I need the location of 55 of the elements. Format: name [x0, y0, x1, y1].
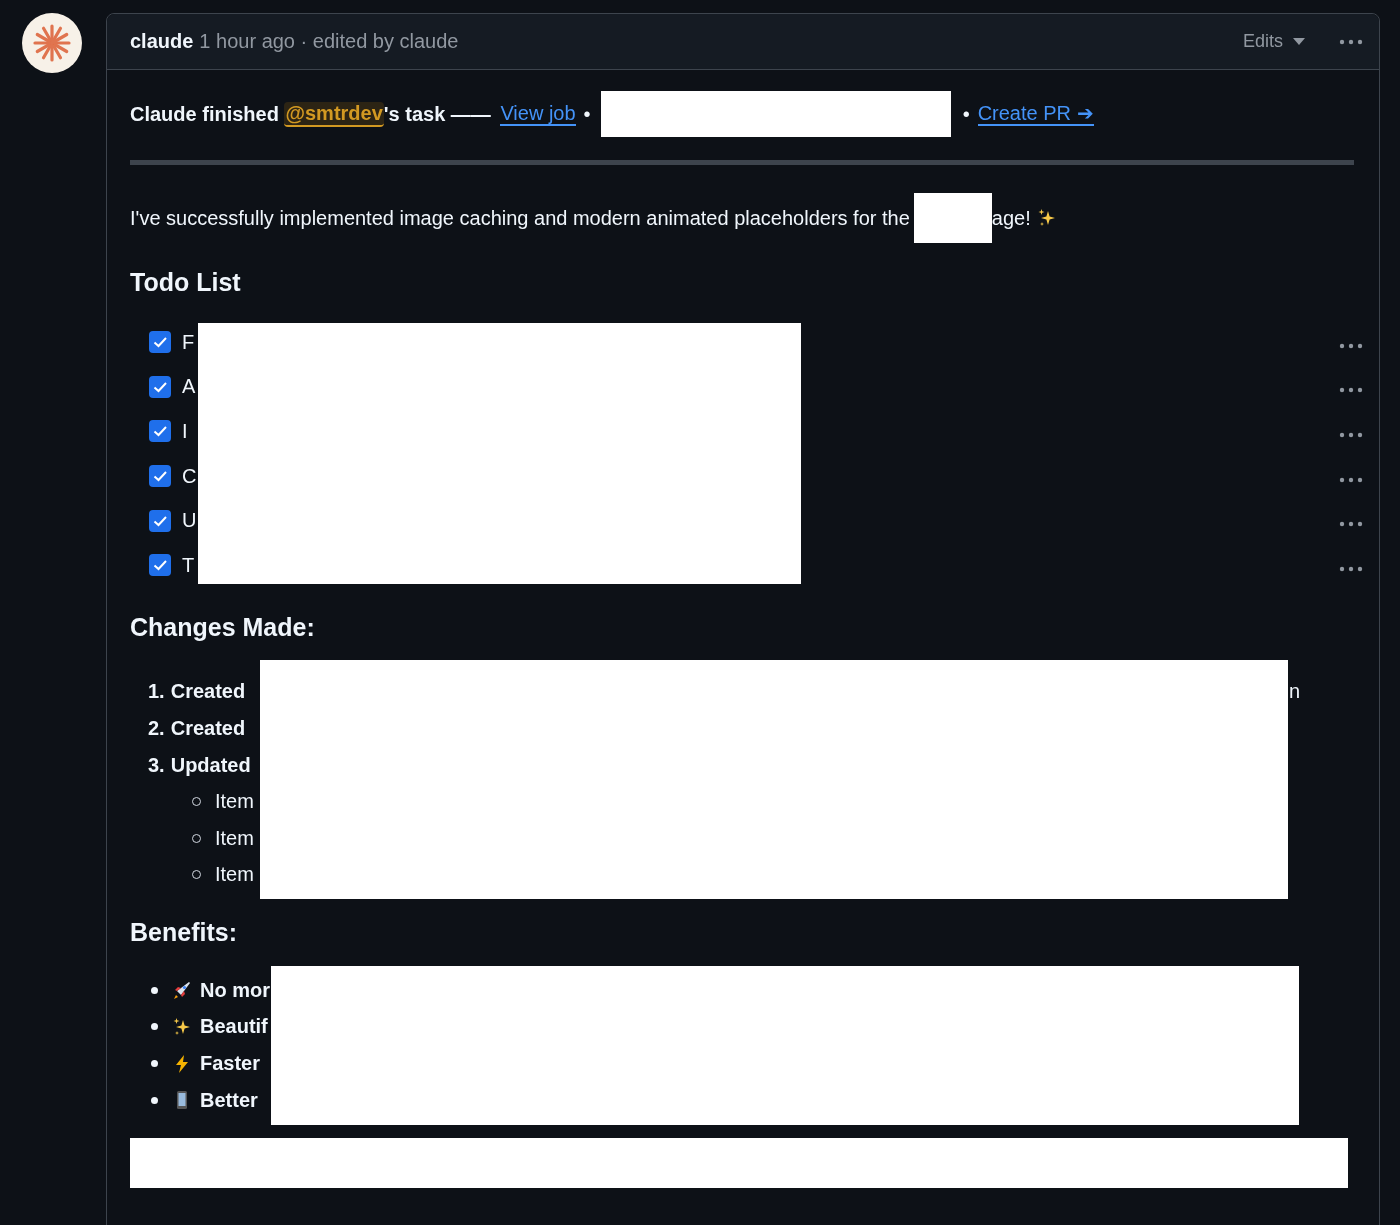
more-options-icon[interactable] — [1339, 38, 1363, 45]
status-text: 's task —— — [383, 102, 492, 126]
caret-icon — [1293, 38, 1305, 45]
list-text: Item — [215, 826, 254, 850]
checkbox[interactable] — [149, 509, 171, 532]
todo-text: A — [182, 375, 196, 399]
user-mention[interactable]: @smtrdev — [284, 101, 384, 127]
list-text: n — [1289, 679, 1301, 703]
list-number: 3. — [148, 753, 165, 777]
list-number: 1. — [148, 679, 165, 703]
list-text: Item — [215, 863, 254, 887]
list-text: Faster — [200, 1052, 261, 1076]
list-text: No mor — [200, 978, 270, 1002]
todo-text: C — [182, 464, 197, 488]
comment-meta: 1 hour ago · edited by claude — [199, 30, 459, 53]
more-options-icon[interactable] — [1339, 432, 1363, 438]
checkbox[interactable] — [149, 554, 171, 577]
separator-dot: • — [962, 102, 970, 126]
edits-dropdown[interactable]: Edits — [1242, 31, 1305, 52]
list-number: 2. — [148, 716, 165, 740]
list-text: Beautif — [200, 1015, 268, 1039]
link[interactable]: Create PR ➔ — [977, 102, 1094, 126]
link[interactable]: View job — [500, 102, 576, 126]
more-options-icon[interactable] — [1339, 342, 1363, 349]
more-options-icon[interactable] — [1339, 476, 1363, 483]
bullet-icon — [151, 1023, 158, 1031]
bullet-icon — [151, 986, 158, 994]
intro-text: age! — [991, 206, 1031, 230]
todo-text: F — [182, 330, 195, 354]
more-options-icon[interactable] — [1339, 521, 1363, 528]
todo-text: I — [182, 420, 188, 443]
section-heading: Todo List — [130, 268, 242, 298]
list-text: Created — [170, 679, 246, 703]
list-text: Updated — [170, 753, 251, 777]
intro-text: I've successfully implemented image caching and modern animated placeholders for the — [130, 206, 910, 230]
list-text: Created — [170, 716, 246, 740]
author-name[interactable]: claude — [130, 30, 194, 53]
rocket-icon — [172, 980, 192, 1001]
checkbox[interactable] — [149, 331, 171, 354]
more-options-icon[interactable] — [1339, 565, 1363, 572]
section-heading: Benefits: — [130, 918, 238, 949]
list-text: Better — [200, 1088, 258, 1112]
status-text: Claude finished — [130, 102, 280, 126]
separator-dot: • — [583, 102, 591, 126]
checkbox[interactable] — [149, 420, 171, 443]
list-text: Item — [215, 790, 254, 814]
todo-text: U — [182, 509, 197, 533]
todo-text: T — [182, 553, 195, 577]
checkbox[interactable] — [149, 465, 171, 488]
more-options-icon[interactable] — [1339, 387, 1363, 394]
avatar-icon[interactable] — [22, 13, 82, 73]
section-heading: Changes Made: — [130, 612, 316, 643]
checkbox[interactable] — [149, 375, 171, 398]
bullet-icon — [151, 1060, 158, 1068]
bullet-icon — [151, 1096, 158, 1104]
